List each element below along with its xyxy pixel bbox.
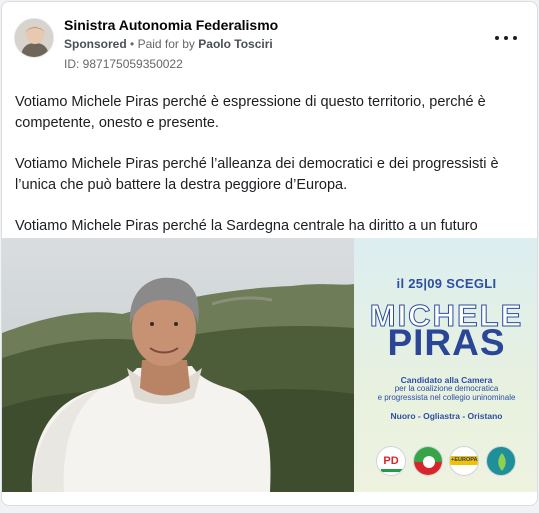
candidate-panel: il 25|09 SCEGLI MICHELE PIRAS Candidato … <box>354 238 537 492</box>
candidate-last-name: PIRAS <box>387 322 506 363</box>
europa-logo-text: +EUROPA <box>451 457 478 463</box>
dot <box>513 36 517 40</box>
sponsored-label: Sponsored <box>64 37 127 51</box>
more-options-icon[interactable] <box>495 30 517 46</box>
party-logos: PD +EUROPA <box>376 446 516 480</box>
candidate-coalition: per la coalizione democratica <box>394 384 499 393</box>
avatar-image <box>15 19 53 57</box>
dot <box>495 36 499 40</box>
impegno-civico-logo <box>485 446 516 476</box>
europa-logo: +EUROPA <box>449 446 480 476</box>
candidate-photo-image <box>2 238 354 492</box>
paid-for-name: Paolo Tosciri <box>198 37 273 51</box>
page-name[interactable]: Sinistra Autonomia Federalismo <box>64 17 278 33</box>
candidate-coalition-2: e progressista nel collegio uninominale <box>377 393 516 402</box>
candidate-photo <box>2 238 354 492</box>
verdi-sinistra-logo <box>412 446 443 476</box>
pd-logo: PD <box>376 446 406 476</box>
page-avatar[interactable] <box>14 18 54 58</box>
post-paragraph: Votiamo Michele Piras perché l’alleanza … <box>15 156 499 193</box>
dot <box>504 36 508 40</box>
election-date: il 25|09 SCEGLI <box>396 276 497 291</box>
impegno-civico-logo-mark <box>498 453 506 471</box>
sponsored-post-card: Sinistra Autonomia Federalismo Sponsored… <box>1 1 538 506</box>
library-id: ID: 987175059350022 <box>64 57 183 71</box>
pd-logo-mark <box>381 469 403 472</box>
sponsored-meta: Sponsored • Paid for by Paolo Tosciri <box>64 37 273 51</box>
paid-for-prefix: Paid for by <box>137 37 195 51</box>
verdi-sinistra-logo-mark <box>413 447 442 475</box>
post-header: Sinistra Autonomia Federalismo Sponsored… <box>2 2 537 78</box>
meta-separator: • <box>130 37 135 51</box>
candidate-constituency: Nuoro - Ogliastra - Oristano <box>390 411 503 421</box>
post-paragraph: Votiamo Michele Piras perché è espressio… <box>15 94 486 131</box>
ad-creative[interactable]: il 25|09 SCEGLI MICHELE PIRAS Candidato … <box>2 238 537 492</box>
